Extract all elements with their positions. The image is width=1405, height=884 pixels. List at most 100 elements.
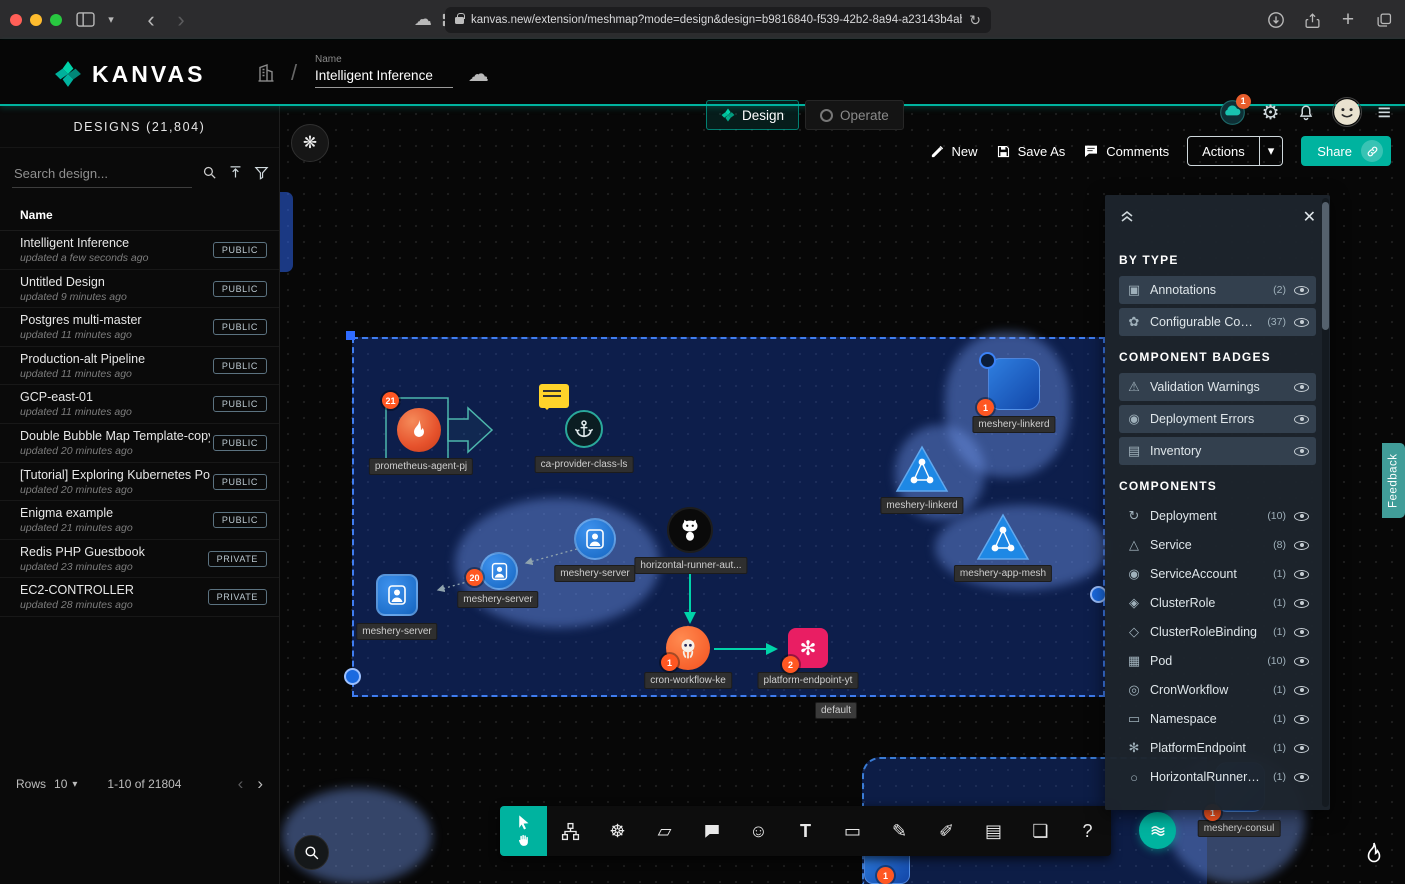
cloud-account-button[interactable]: 1 bbox=[1219, 99, 1246, 126]
tool-sticker[interactable]: ☺ bbox=[735, 806, 782, 856]
panel-scrollbar-thumb[interactable] bbox=[1322, 202, 1329, 330]
panel-item-deployment-errors[interactable]: ◉ Deployment Errors bbox=[1119, 405, 1316, 433]
visibility-eye-icon[interactable] bbox=[1294, 770, 1309, 785]
feedback-tab[interactable]: Feedback bbox=[1382, 443, 1405, 518]
maximize-window-button[interactable] bbox=[50, 14, 62, 26]
tool-shapes[interactable]: ▱ bbox=[641, 806, 688, 856]
panel-item-clusterrolebinding[interactable]: ◇ ClusterRoleBinding (1) bbox=[1119, 618, 1316, 646]
visibility-eye-icon[interactable] bbox=[1294, 538, 1309, 553]
canvas-node-server-b[interactable] bbox=[480, 552, 518, 590]
panel-item-namespace[interactable]: ▭ Namespace (1) bbox=[1119, 705, 1316, 733]
share-page-icon[interactable] bbox=[1299, 7, 1325, 33]
minimize-window-button[interactable] bbox=[30, 14, 42, 26]
error-badge[interactable]: 21 bbox=[382, 392, 399, 409]
icloud-icon[interactable]: ☁ bbox=[410, 7, 436, 33]
panel-item-validation-warnings[interactable]: ⚠ Validation Warnings bbox=[1119, 373, 1316, 401]
region-handle-bottom-left[interactable] bbox=[344, 668, 361, 685]
visibility-eye-icon[interactable] bbox=[1294, 283, 1309, 298]
error-badge[interactable]: 1 bbox=[661, 654, 678, 671]
canvas-node-app-mesh[interactable] bbox=[975, 512, 1031, 562]
tool-pen[interactable]: ✎ bbox=[876, 806, 923, 856]
design-list-item[interactable]: Redis PHP Guestbook updated 23 minutes a… bbox=[0, 540, 279, 579]
visibility-eye-icon[interactable] bbox=[1294, 625, 1309, 640]
tool-select-cursor[interactable] bbox=[500, 806, 547, 856]
canvas-node-ca-provider[interactable] bbox=[565, 410, 603, 448]
error-badge[interactable]: 1 bbox=[977, 399, 994, 416]
tab-design[interactable]: Design bbox=[706, 100, 799, 130]
organization-icon[interactable] bbox=[256, 63, 276, 88]
design-list-item[interactable]: Untitled Design updated 9 minutes ago PU… bbox=[0, 270, 279, 309]
collapse-panel-icon[interactable] bbox=[1119, 207, 1135, 228]
menu-icon[interactable]: ≡ bbox=[1378, 99, 1391, 126]
panel-item-configurable-components[interactable]: ✿ Configurable Compon (37) bbox=[1119, 308, 1316, 336]
settings-gear-icon[interactable]: ⚙ bbox=[1262, 100, 1280, 125]
canvas-node-server-c[interactable] bbox=[376, 574, 418, 616]
canvas-menu-button[interactable]: ❋ bbox=[291, 124, 329, 162]
browser-back-button[interactable]: ‹ bbox=[138, 7, 164, 33]
actions-caret-icon[interactable]: ▾ bbox=[1259, 137, 1283, 165]
tab-overview-icon[interactable] bbox=[1371, 7, 1397, 33]
comments-button[interactable]: Comments bbox=[1083, 143, 1169, 159]
design-list-item[interactable]: Postgres multi-master updated 11 minutes… bbox=[0, 308, 279, 347]
design-search-input[interactable] bbox=[12, 162, 192, 188]
save-as-button[interactable]: Save As bbox=[996, 144, 1066, 159]
visibility-eye-icon[interactable] bbox=[1294, 380, 1309, 395]
canvas-node-github-runner[interactable] bbox=[667, 507, 713, 553]
next-page-button[interactable]: › bbox=[257, 774, 263, 794]
column-header-name[interactable]: Name bbox=[0, 198, 279, 231]
design-list-item[interactable]: EC2-CONTROLLER updated 28 minutes ago PR… bbox=[0, 578, 279, 617]
notifications-bell-icon[interactable] bbox=[1296, 102, 1316, 122]
visibility-eye-icon[interactable] bbox=[1294, 567, 1309, 582]
new-tab-button[interactable]: + bbox=[1335, 7, 1361, 33]
browser-sidebar-toggle-icon[interactable] bbox=[72, 7, 98, 33]
previous-page-button[interactable]: ‹ bbox=[238, 774, 244, 794]
sidebar-caret-icon[interactable]: ▾ bbox=[98, 7, 124, 33]
visibility-eye-icon[interactable] bbox=[1294, 412, 1309, 427]
user-avatar[interactable] bbox=[1332, 97, 1362, 127]
tool-flowchart[interactable] bbox=[547, 806, 594, 856]
downloads-icon[interactable] bbox=[1263, 7, 1289, 33]
search-icon[interactable] bbox=[201, 164, 218, 186]
browser-forward-button[interactable]: › bbox=[168, 7, 194, 33]
url-bar[interactable]: kanvas.new/extension/meshmap?mode=design… bbox=[445, 7, 991, 33]
visibility-eye-icon[interactable] bbox=[1294, 509, 1309, 524]
canvas-node-linkerd-box[interactable] bbox=[988, 358, 1040, 410]
error-badge[interactable]: 20 bbox=[466, 569, 483, 586]
panel-item-platformendpoint[interactable]: ✻ PlatformEndpoint (1) bbox=[1119, 734, 1316, 762]
design-name-input[interactable] bbox=[315, 65, 453, 88]
error-badge[interactable]: 1 bbox=[877, 867, 894, 884]
visibility-eye-icon[interactable] bbox=[1294, 712, 1309, 727]
import-design-icon[interactable] bbox=[227, 164, 244, 186]
meshery-button[interactable] bbox=[1139, 812, 1176, 849]
visibility-eye-icon[interactable] bbox=[1294, 683, 1309, 698]
tool-comment[interactable] bbox=[688, 806, 735, 856]
close-window-button[interactable] bbox=[10, 14, 22, 26]
error-badge[interactable]: 2 bbox=[782, 656, 799, 673]
tab-operate[interactable]: Operate bbox=[805, 100, 904, 130]
design-list-item[interactable]: GCP-east-01 updated 11 minutes ago PUBLI… bbox=[0, 385, 279, 424]
tool-layers[interactable]: ❏ bbox=[1017, 806, 1064, 856]
tool-help[interactable]: ? bbox=[1064, 806, 1111, 856]
zoom-button[interactable] bbox=[294, 835, 329, 870]
design-list-item[interactable]: Intelligent Inference updated a few seco… bbox=[0, 231, 279, 270]
panel-item-inventory[interactable]: ▤ Inventory bbox=[1119, 437, 1316, 465]
panel-item-serviceaccount[interactable]: ◉ ServiceAccount (1) bbox=[1119, 560, 1316, 588]
rows-per-page-select[interactable]: 10 ▾ bbox=[54, 777, 77, 791]
share-button[interactable]: Share bbox=[1301, 136, 1391, 166]
whiteboard-flame-button[interactable] bbox=[1355, 834, 1393, 872]
panel-item-deployment[interactable]: ↻ Deployment (10) bbox=[1119, 502, 1316, 530]
panel-item-cronworkflow[interactable]: ◎ CronWorkflow (1) bbox=[1119, 676, 1316, 704]
canvas-node-server-a[interactable] bbox=[574, 518, 616, 560]
tool-card[interactable]: ▤ bbox=[970, 806, 1017, 856]
panel-item-service[interactable]: △ Service (8) bbox=[1119, 531, 1316, 559]
kanvas-logo[interactable]: KANVAS bbox=[54, 60, 205, 88]
filter-icon[interactable] bbox=[253, 164, 270, 186]
visibility-eye-icon[interactable] bbox=[1294, 596, 1309, 611]
panel-item-pod[interactable]: ▦ Pod (10) bbox=[1119, 647, 1316, 675]
visibility-eye-icon[interactable] bbox=[1294, 315, 1309, 330]
new-design-button[interactable]: New bbox=[930, 144, 978, 159]
visibility-eye-icon[interactable] bbox=[1294, 444, 1309, 459]
visibility-eye-icon[interactable] bbox=[1294, 741, 1309, 756]
tool-frame[interactable]: ▭ bbox=[829, 806, 876, 856]
refresh-icon[interactable]: ↻ bbox=[969, 12, 981, 29]
